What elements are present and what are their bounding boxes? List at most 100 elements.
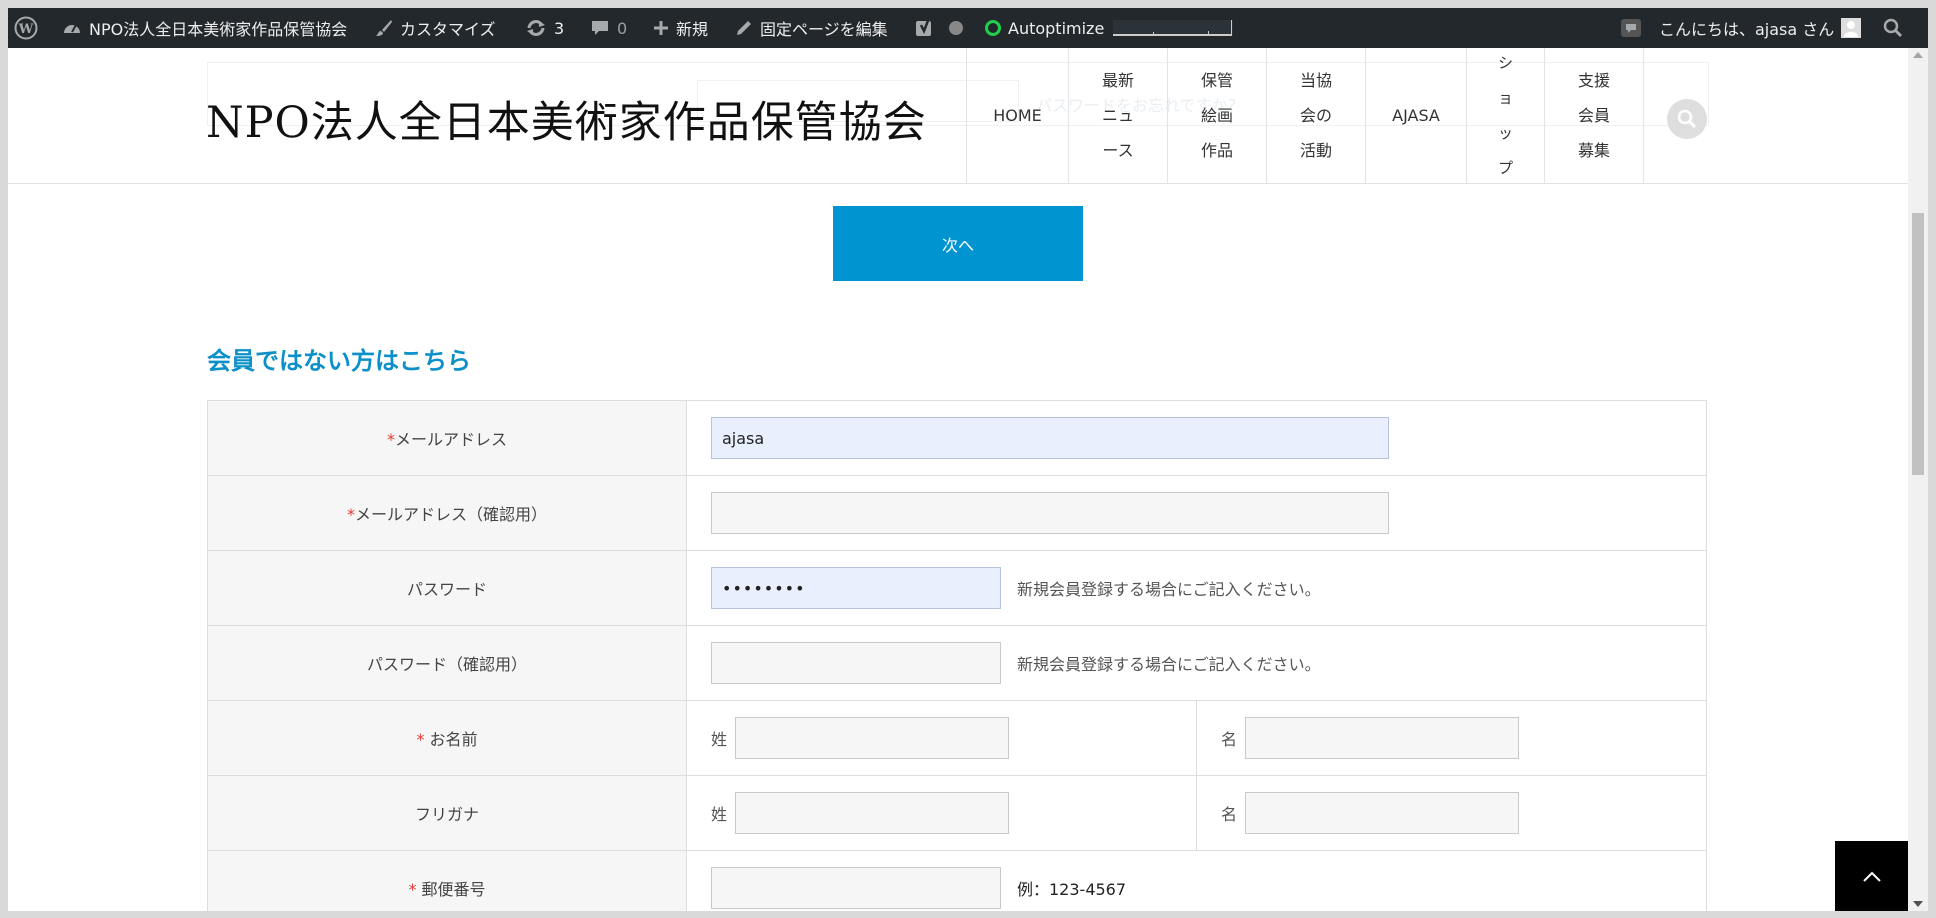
nav-label: ショップ: [1497, 53, 1513, 177]
site-header: パスワードをお忘れですか？ NPO法人全日本美術家作品保管協会 HOME 最新ニ…: [8, 48, 1908, 184]
password-note: 新規会員登録する場合にご記入ください。: [1017, 580, 1321, 599]
nav-home[interactable]: HOME: [966, 48, 1068, 183]
vertical-scrollbar[interactable]: [1908, 48, 1928, 911]
required-mark: *: [408, 880, 417, 899]
admin-new[interactable]: 新規: [653, 8, 708, 48]
nav-label: 当協会の活動: [1299, 71, 1332, 160]
svg-text:W: W: [18, 22, 34, 37]
required-mark: *: [416, 730, 425, 749]
form-row-password-confirm: パスワード（確認用） 新規会員登録する場合にご記入ください。: [207, 625, 1707, 701]
password-confirm-field[interactable]: [711, 642, 1001, 684]
nav-shop[interactable]: ショップ: [1466, 48, 1544, 183]
nav-works[interactable]: 保管絵画作品: [1167, 48, 1266, 183]
admin-account[interactable]: こんにちは、ajasa さん: [1659, 8, 1862, 48]
first-name-kana-field[interactable]: [1245, 792, 1520, 834]
furigana-cell: 姓 名: [686, 775, 1707, 851]
nav-label: 支援会員募集: [1577, 71, 1610, 160]
updates-icon: [527, 20, 545, 36]
zip-field[interactable]: [711, 867, 1001, 909]
email-label: *メールアドレス: [207, 400, 687, 476]
form-row-name: * お名前 姓 名: [207, 700, 1707, 776]
password-confirm-note: 新規会員登録する場合にご記入ください。: [1017, 655, 1321, 674]
avatar: [1841, 18, 1862, 38]
last-name-field[interactable]: [735, 717, 1010, 759]
nav-label: 保管絵画作品: [1200, 71, 1233, 160]
required-mark: *: [346, 505, 355, 524]
admin-site-name-label: NPO法人全日本美術家作品保管協会: [89, 20, 348, 39]
mei-label: 名: [1221, 730, 1238, 749]
email-confirm-label-text: メールアドレス（確認用）: [354, 505, 547, 524]
form-row-furigana: フリガナ 姓 名: [207, 775, 1707, 851]
notification-icon: [1621, 19, 1641, 37]
site-title[interactable]: NPO法人全日本美術家作品保管協会: [206, 88, 927, 150]
last-name-kana-field[interactable]: [735, 792, 1010, 834]
furi-mei-label: 名: [1221, 805, 1238, 824]
admin-customize-label: カスタマイズ: [400, 20, 496, 39]
scroll-down-arrow-icon[interactable]: [1913, 901, 1923, 907]
email-field[interactable]: [711, 417, 1389, 459]
zip-label-text: 郵便番号: [421, 880, 486, 899]
password-cell: 新規会員登録する場合にご記入ください。: [686, 550, 1707, 626]
form-row-password: パスワード 新規会員登録する場合にご記入ください。: [207, 550, 1707, 626]
yoast-seo[interactable]: [914, 8, 963, 48]
registration-form: *メールアドレス *メールアドレス（確認用） パスワード 新規会員登録する場合に…: [207, 400, 1707, 911]
back-to-top-button[interactable]: [1835, 841, 1908, 911]
zip-label: * 郵便番号: [207, 850, 687, 911]
zip-example: 例：123-4567: [1017, 880, 1127, 899]
email-confirm-field[interactable]: [711, 492, 1389, 534]
next-button[interactable]: 次へ: [833, 206, 1083, 281]
admin-updates[interactable]: 3: [525, 8, 564, 48]
sei-label: 姓: [711, 730, 728, 749]
admin-edit-page[interactable]: 固定ページを編集: [735, 8, 888, 48]
admin-notifications[interactable]: [1620, 8, 1642, 48]
nav-supporter[interactable]: 支援会員募集: [1544, 48, 1644, 183]
admin-comments[interactable]: 0: [590, 8, 627, 48]
header-search-button[interactable]: [1667, 99, 1707, 139]
admin-customize[interactable]: カスタマイズ: [375, 8, 496, 48]
wordpress-logo-icon[interactable]: W: [14, 8, 38, 48]
wp-admin-bar: W NPO法人全日本美術家作品保管協会 カスタマイズ 3 0 新規 固定ページを…: [8, 8, 1928, 48]
email-cell: [686, 400, 1707, 476]
comment-bubble-icon: [592, 21, 608, 35]
admin-search-icon[interactable]: [1882, 8, 1904, 48]
first-name-field[interactable]: [1245, 717, 1520, 759]
nav-activities[interactable]: 当協会の活動: [1266, 48, 1365, 183]
section-title: 会員ではない方はこちら: [207, 347, 471, 375]
comments-count: 0: [617, 18, 628, 38]
furigana-label: フリガナ: [207, 775, 687, 851]
name-label-text: お名前: [429, 730, 478, 749]
admin-autoptimize-label: Autoptimize: [1008, 18, 1105, 38]
chevron-up-icon: [1862, 871, 1881, 882]
seo-status-dot-icon: [949, 21, 963, 35]
password-confirm-cell: 新規会員登録する場合にご記入ください。: [686, 625, 1707, 701]
name-cell: 姓 名: [686, 700, 1707, 776]
form-row-zip: * 郵便番号 例：123-4567: [207, 850, 1707, 911]
pencil-icon: [737, 21, 751, 35]
nav-ajasa[interactable]: AJASA: [1365, 48, 1466, 183]
paintbrush-icon: [376, 20, 392, 36]
required-mark: *: [386, 430, 395, 449]
password-field[interactable]: [711, 567, 1001, 609]
email-label-text: メールアドレス: [394, 430, 507, 449]
nav-label: HOME: [993, 106, 1042, 125]
dashboard-gauge-icon: [64, 24, 80, 33]
admin-autoptimize[interactable]: Autoptimize: [985, 8, 1104, 48]
search-icon: [1677, 109, 1697, 129]
nav-label: AJASA: [1392, 106, 1440, 125]
nav-label: 最新ニュース: [1101, 71, 1134, 160]
admin-new-label: 新規: [676, 20, 709, 39]
nav-news[interactable]: 最新ニュース: [1068, 48, 1167, 183]
admin-edit-page-label: 固定ページを編集: [760, 20, 888, 39]
scroll-up-arrow-icon[interactable]: [1913, 52, 1923, 58]
scrollbar-thumb[interactable]: [1912, 213, 1924, 475]
browser-viewport: W NPO法人全日本美術家作品保管協会 カスタマイズ 3 0 新規 固定ページを…: [8, 8, 1928, 911]
zip-cell: 例：123-4567: [686, 850, 1707, 911]
password-label: パスワード: [207, 550, 687, 626]
password-confirm-label: パスワード（確認用）: [207, 625, 687, 701]
name-label: * お名前: [207, 700, 687, 776]
admin-greeting: こんにちは、ajasa さん: [1659, 20, 1835, 39]
main-nav: HOME 最新ニュース 保管絵画作品 当協会の活動 AJASA ショップ 支援会…: [966, 48, 1644, 183]
furi-sei-label: 姓: [711, 805, 728, 824]
yoast-icon: [916, 17, 931, 36]
admin-site-name[interactable]: NPO法人全日本美術家作品保管協会: [62, 8, 347, 48]
